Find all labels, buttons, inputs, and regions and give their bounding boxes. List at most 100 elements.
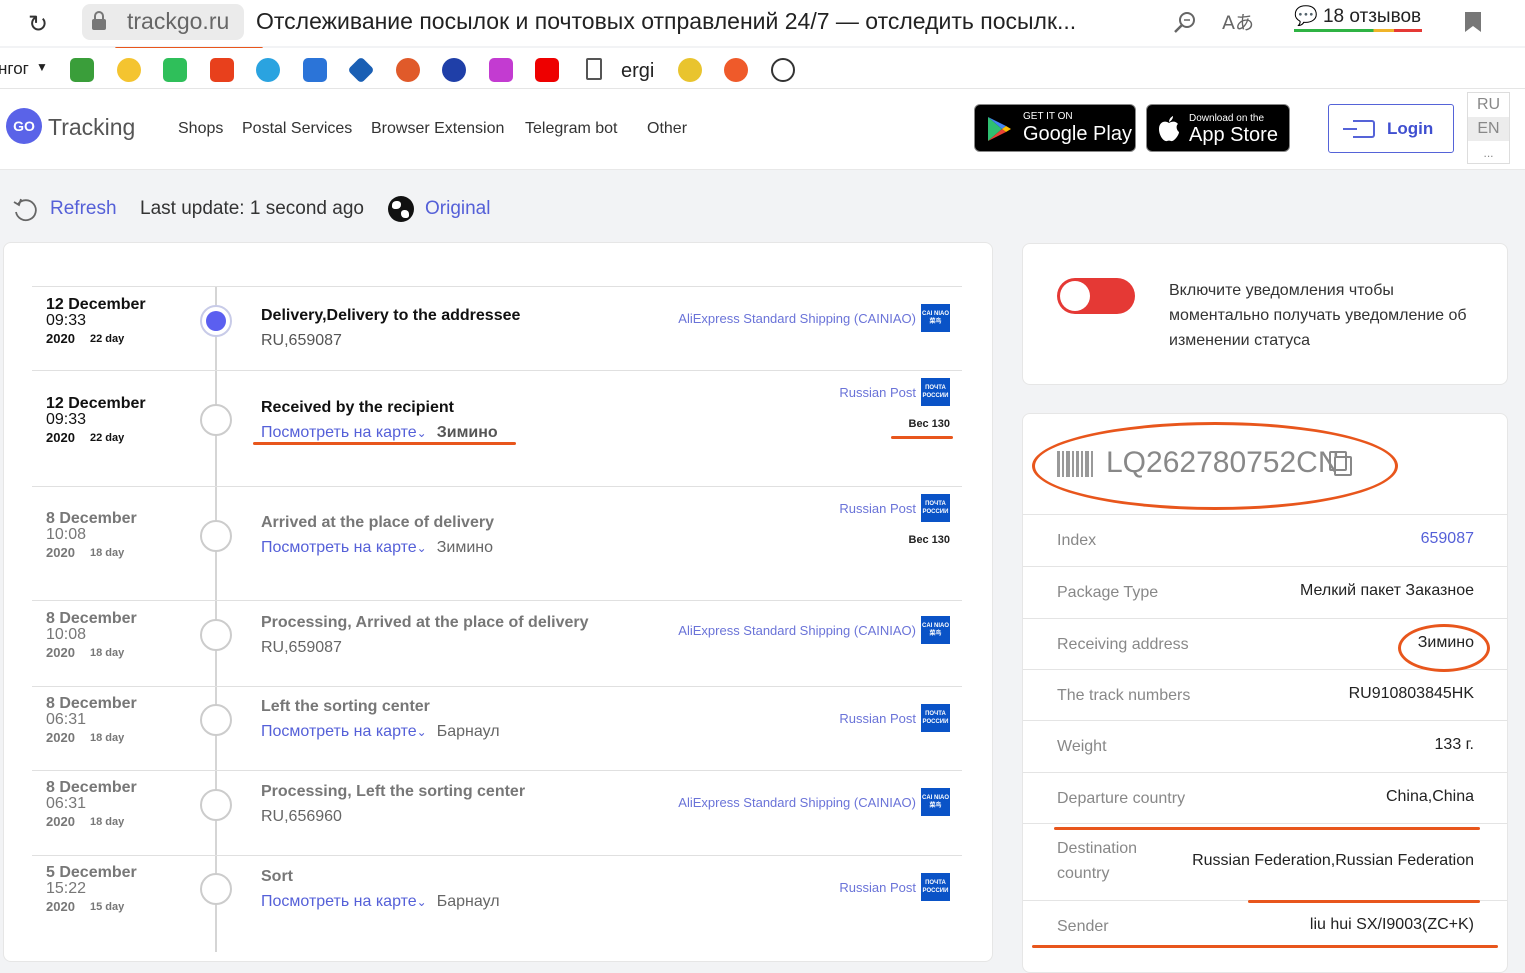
event-location: RU,659087 — [261, 332, 342, 350]
event-day-count: 18 day — [90, 547, 125, 559]
event-year: 2020 — [46, 730, 75, 745]
timeline-dot — [200, 404, 232, 436]
chevron-down-icon[interactable]: ⌄ — [417, 725, 427, 739]
event-year: 2020 — [46, 899, 75, 914]
chevron-down-icon[interactable]: ⌄ — [417, 426, 427, 440]
reviews-widget[interactable]: 💬 18 отзывов — [1294, 2, 1422, 32]
timeline-event: 8 December 10:08 2020 18 day Arrived at the … — [32, 486, 962, 600]
bookmark-vk-icon[interactable] — [303, 58, 327, 82]
reload-icon[interactable]: ↻ — [28, 10, 48, 38]
event-location: Посмотреть на карте⌄ Зимино — [261, 424, 498, 442]
lang-more[interactable]: ... — [1468, 141, 1509, 165]
url-text[interactable]: trackgo.ru — [127, 8, 229, 35]
info-value[interactable]: 659087 — [1421, 530, 1474, 548]
event-title: Processing, Left the sorting center — [261, 783, 526, 800]
timeline-event: 12 December 09:33 2020 22 day Received by th… — [32, 370, 962, 486]
refresh-button[interactable]: Refresh — [50, 198, 117, 220]
app-store-button[interactable]: Download on the App Store — [1146, 104, 1290, 152]
carrier-logo: ПОЧТА РОССИИ — [921, 873, 950, 901]
info-key: Departure country — [1057, 790, 1186, 807]
bookmark-telegram-icon[interactable] — [256, 58, 280, 82]
refresh-icon[interactable] — [12, 196, 40, 224]
original-link[interactable]: Original — [425, 198, 490, 220]
zoom-icon[interactable] — [1172, 10, 1198, 36]
nav-shops[interactable]: Shops — [178, 120, 223, 138]
chevron-down-icon[interactable]: ▼ — [36, 60, 48, 74]
chevron-down-icon[interactable]: ⌄ — [417, 895, 427, 909]
google-play-icon — [988, 117, 1011, 141]
carrier-logo: CAI NIAO 菜鸟 — [921, 304, 950, 332]
login-icon — [1343, 120, 1375, 138]
info-row: Package Type Мелкий пакет Заказное — [1023, 566, 1507, 618]
info-key: Destination country — [1057, 840, 1138, 882]
notification-toggle[interactable] — [1057, 278, 1135, 314]
event-location: Посмотреть на карте⌄ Барнаул — [261, 723, 500, 741]
timeline-dot — [200, 704, 232, 736]
bookmark-sketch-icon[interactable] — [771, 58, 795, 82]
view-on-map-link[interactable]: Посмотреть на карте — [261, 539, 417, 556]
carrier-name[interactable]: Russian Post — [839, 880, 916, 895]
info-row: Destination country Russian Federation,Ru… — [1023, 823, 1507, 900]
carrier-logo: CAI NIAO 菜鸟 — [921, 788, 950, 816]
bookmark-folder-label[interactable]: нгог — [0, 59, 29, 79]
event-time: 09:33 — [46, 312, 87, 329]
bookmark-aliexpress-icon[interactable] — [210, 58, 234, 82]
lang-ru[interactable]: RU — [1468, 93, 1509, 117]
info-key: Index — [1057, 532, 1097, 549]
bookmark-youtube-icon[interactable] — [535, 58, 559, 82]
bookmark-eu-icon[interactable] — [442, 58, 466, 82]
event-day-count: 18 day — [90, 732, 125, 744]
nav-telegram-bot[interactable]: Telegram bot — [525, 120, 618, 138]
reviews-rating-bar — [1294, 29, 1422, 32]
timeline-dot — [200, 873, 232, 905]
bookmark-sun-icon[interactable] — [678, 58, 702, 82]
login-button[interactable]: Login — [1328, 104, 1454, 153]
timeline-event: 5 December 15:22 2020 15 day Sort Посмотреть … — [32, 855, 962, 945]
view-on-map-link[interactable]: Посмотреть на карте — [261, 723, 417, 740]
info-value: Russian Federation,Russian Federation — [1192, 852, 1474, 869]
bookmark-file-icon[interactable] — [586, 58, 602, 80]
carrier-name[interactable]: AliExpress Standard Shipping (CAINIAO) — [678, 623, 916, 638]
event-year: 2020 — [46, 645, 75, 660]
timeline-dot — [200, 520, 232, 552]
site-logo-badge[interactable]: GO — [6, 108, 42, 144]
event-title: Sort — [261, 868, 293, 885]
carrier-name[interactable]: Russian Post — [839, 711, 916, 726]
bookmark-orange-icon[interactable] — [724, 58, 748, 82]
lock-icon[interactable] — [92, 11, 106, 30]
carrier-name[interactable]: Russian Post — [839, 501, 916, 516]
reviews-label: 💬 18 отзывов — [1294, 6, 1422, 27]
timeline-event: 8 December 10:08 2020 18 day Processing, Arr… — [32, 600, 962, 686]
carrier-name[interactable]: AliExpress Standard Shipping (CAINIAO) — [678, 311, 916, 326]
bookmark-label[interactable]: ergi — [621, 60, 654, 83]
bookmark-star-icon[interactable] — [489, 58, 513, 82]
bookmark-rss-icon[interactable] — [70, 58, 94, 82]
bookmark-green-icon[interactable] — [163, 58, 187, 82]
bookmark-wheat-icon[interactable] — [117, 58, 141, 82]
nav-other[interactable]: Other — [647, 120, 687, 138]
annotation-circle-track — [1032, 422, 1398, 510]
event-place: Зимино — [436, 539, 494, 556]
lang-en[interactable]: EN — [1468, 117, 1509, 141]
google-play-button[interactable]: GET IT ON Google Play — [974, 104, 1136, 152]
event-title: Processing, Arrived at the place of deli… — [261, 614, 589, 631]
event-title: Arrived at the place of delivery — [261, 514, 494, 531]
chevron-down-icon[interactable]: ⌄ — [417, 541, 427, 555]
nav-postal-services[interactable]: Postal Services — [242, 120, 352, 138]
nav-browser-extension[interactable]: Browser Extension — [371, 120, 504, 138]
event-title: Received by the recipient — [261, 399, 454, 416]
carrier-name[interactable]: AliExpress Standard Shipping (CAINIAO) — [678, 795, 916, 810]
globe-icon[interactable] — [388, 196, 414, 222]
view-on-map-link[interactable]: Посмотреть на карте — [261, 424, 417, 441]
event-time: 06:31 — [46, 795, 87, 812]
last-update-text: Last update: 1 second ago — [140, 198, 364, 219]
event-time: 09:33 — [46, 411, 87, 428]
view-on-map-link[interactable]: Посмотреть на карте — [261, 893, 417, 910]
bookmark-icon[interactable] — [1464, 11, 1482, 33]
event-place: RU,659087 — [261, 332, 342, 349]
event-time: 10:08 — [46, 526, 87, 543]
bookmark-duckduckgo-icon[interactable] — [396, 58, 420, 82]
translate-icon[interactable]: Aあ — [1222, 8, 1254, 35]
site-logo-text[interactable]: Tracking — [48, 114, 135, 141]
carrier-name[interactable]: Russian Post — [839, 385, 916, 400]
